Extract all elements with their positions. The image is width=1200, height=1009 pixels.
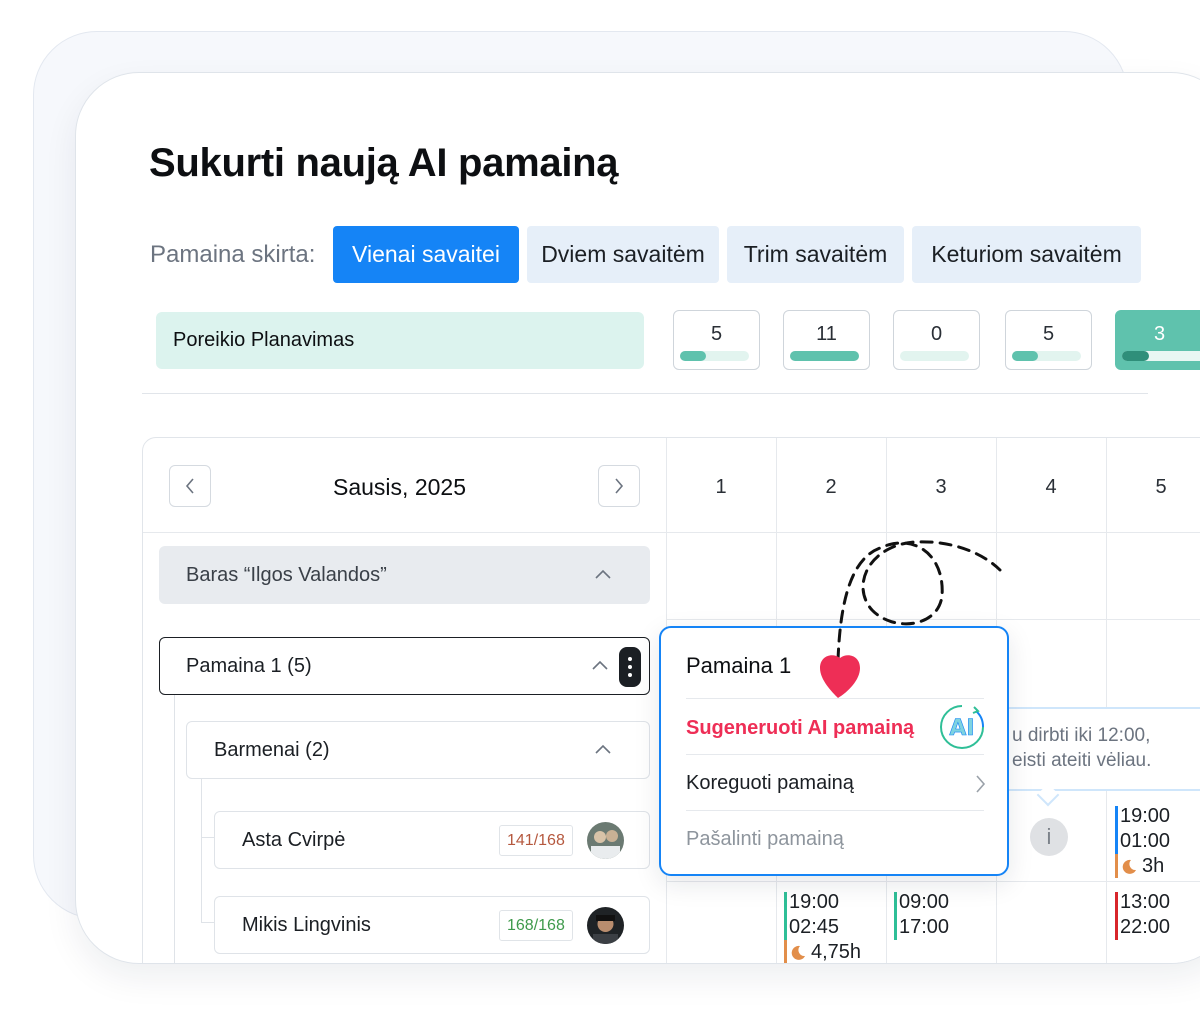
demand-planning-label: Poreikio Planavimas <box>156 312 644 369</box>
chevron-left-icon <box>185 478 194 494</box>
group-header[interactable]: Baras “Ilgos Valandos” <box>159 546 650 604</box>
shift-block[interactable]: 19:00 02:45 4,75h <box>784 890 861 963</box>
tooltip: u dirbti iki 12:00, eisti ateiti vėliau. <box>1000 707 1200 791</box>
employee-name: Mikis Lingvinis <box>242 913 371 936</box>
avatar <box>587 822 624 859</box>
shift-block[interactable]: 13:00 22:00 <box>1115 890 1170 940</box>
employee-hours: 141/168 <box>499 825 573 856</box>
shift-block[interactable]: 09:00 17:00 <box>894 890 949 940</box>
shift-context-menu: Pamaina 1 Sugeneruoti AI pamainą AI Kore… <box>659 626 1009 876</box>
shift-block[interactable]: 19:00 01:00 3h <box>1115 804 1170 879</box>
period-one-week-button[interactable]: Vienai savaitei <box>333 226 519 283</box>
demand-count-day-3[interactable]: 0 <box>893 310 980 370</box>
day-header-4: 4 <box>1045 476 1057 498</box>
employee-row[interactable]: Mikis Lingvinis 168/168 <box>214 896 650 954</box>
more-options-button[interactable] <box>619 647 641 687</box>
demand-count-day-4[interactable]: 5 <box>1005 310 1092 370</box>
shift-label: Pamaina 1 (5) <box>186 654 312 677</box>
role-row[interactable]: Barmenai (2) <box>186 721 650 779</box>
svg-text:AI: AI <box>949 716 974 741</box>
employee-name: Asta Cvirpė <box>242 828 346 851</box>
moon-icon <box>791 945 805 960</box>
day-header-3: 3 <box>935 476 947 498</box>
divider <box>142 393 1148 394</box>
page-title: Sukurti naują AI pamainą <box>149 141 619 185</box>
ai-icon: AI <box>940 705 985 749</box>
chevron-up-icon[interactable] <box>593 565 613 585</box>
day-header-2: 2 <box>825 476 837 498</box>
day-header-1: 1 <box>715 476 727 498</box>
employee-row[interactable]: Asta Cvirpė 141/168 <box>214 811 650 869</box>
period-two-weeks-button[interactable]: Dviem savaitėm <box>527 226 719 283</box>
demand-count-day-1[interactable]: 5 <box>673 310 760 370</box>
edit-shift-item[interactable]: Koreguoti pamainą <box>686 772 854 795</box>
demand-count-day-2[interactable]: 11 <box>783 310 870 370</box>
group-label: Baras “Ilgos Valandos” <box>186 563 387 586</box>
info-icon[interactable]: i <box>1030 818 1068 856</box>
avatar <box>587 907 624 944</box>
period-three-weeks-button[interactable]: Trim savaitėm <box>727 226 904 283</box>
chevron-up-icon[interactable] <box>590 656 610 676</box>
employee-hours: 168/168 <box>499 910 573 941</box>
shift-row[interactable]: Pamaina 1 (5) <box>159 637 650 695</box>
prev-month-button[interactable] <box>169 465 211 507</box>
menu-title: Pamaina 1 <box>686 653 792 678</box>
moon-icon <box>1122 859 1136 874</box>
chevron-right-icon <box>976 775 986 793</box>
generate-ai-shift-item[interactable]: Sugeneruoti AI pamainą <box>686 717 914 740</box>
remove-shift-item[interactable]: Pašalinti pamainą <box>686 828 844 851</box>
demand-count-day-5[interactable]: 3 <box>1115 310 1200 370</box>
next-month-button[interactable] <box>598 465 640 507</box>
period-label: Pamaina skirta: <box>150 241 316 268</box>
day-header-5: 5 <box>1155 476 1167 498</box>
chevron-right-icon <box>615 478 624 494</box>
role-label: Barmenai (2) <box>214 738 330 761</box>
period-four-weeks-button[interactable]: Keturiom savaitėm <box>912 226 1141 283</box>
month-title: Sausis, 2025 <box>333 474 466 500</box>
chevron-up-icon[interactable] <box>593 740 613 760</box>
